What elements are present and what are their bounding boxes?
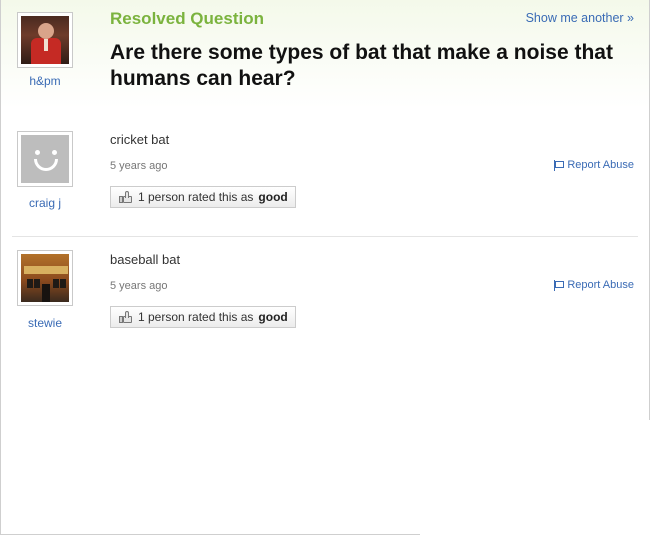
report-abuse-link[interactable]: Report Abuse	[553, 159, 634, 171]
rating-button[interactable]: 1 person rated this as good	[110, 186, 296, 208]
answer-text: cricket bat	[110, 132, 170, 147]
report-abuse-label: Report Abuse	[567, 279, 634, 291]
rating-button[interactable]: 1 person rated this as good	[110, 306, 296, 328]
thumbs-up-icon	[119, 310, 133, 324]
rating-word: good	[258, 310, 288, 324]
asker-avatar[interactable]	[17, 12, 73, 68]
report-abuse-link[interactable]: Report Abuse	[553, 279, 634, 291]
rating-word: good	[258, 190, 288, 204]
default-smiley-avatar	[21, 135, 69, 183]
answer-time: 5 years ago	[110, 280, 168, 292]
thumbs-up-icon	[119, 190, 133, 204]
building-photo-avatar	[21, 254, 69, 302]
answer-user-name[interactable]: stewie	[5, 316, 85, 330]
answer-time: 5 years ago	[110, 160, 168, 172]
person-photo-avatar	[21, 16, 69, 64]
show-another-link[interactable]: Show me another »	[526, 11, 634, 25]
question-title: Are there some types of bat that make a …	[110, 41, 613, 90]
answer-avatar[interactable]	[17, 250, 73, 306]
question-status: Resolved Question	[110, 9, 264, 28]
rating-text: 1 person rated this as	[138, 190, 254, 204]
answer-avatar[interactable]	[17, 131, 73, 187]
answer-text: baseball bat	[110, 252, 181, 267]
report-abuse-label: Report Abuse	[567, 159, 634, 171]
flag-icon	[553, 279, 565, 291]
rating-text: 1 person rated this as	[138, 310, 254, 324]
answer-divider	[12, 236, 638, 237]
flag-icon	[553, 159, 565, 171]
answer-user-name[interactable]: craig j	[5, 196, 85, 210]
asker-name[interactable]: h&pm	[5, 74, 85, 88]
